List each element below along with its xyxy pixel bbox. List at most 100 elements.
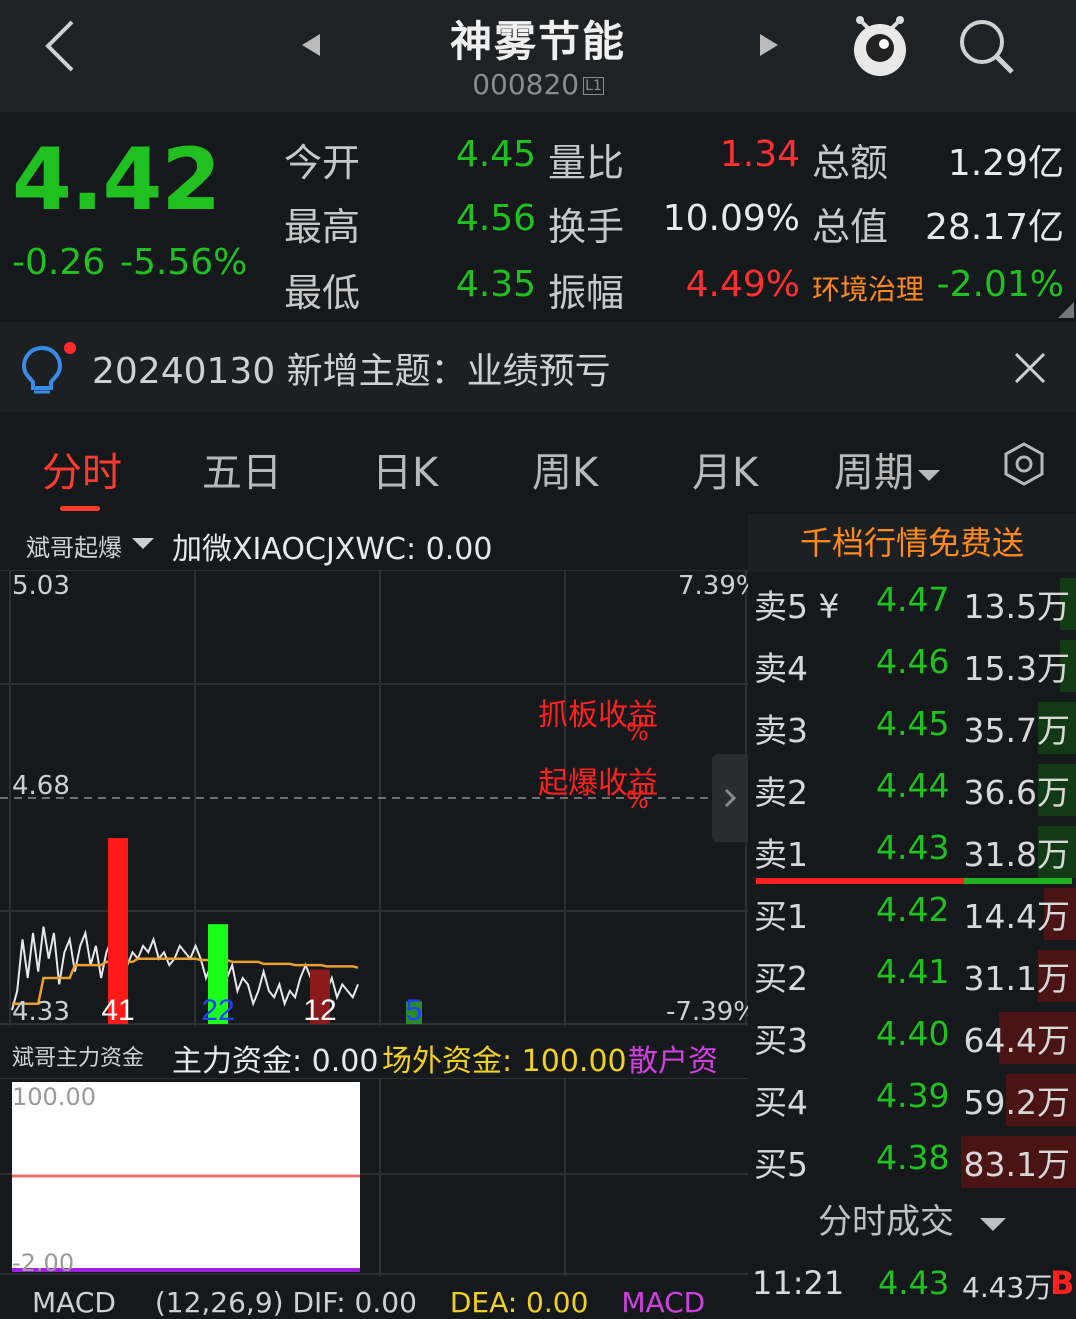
order-label: 买4 — [754, 1083, 808, 1122]
order-price: 4.39 — [876, 1076, 950, 1115]
order-vol: 14.4万 — [963, 897, 1070, 936]
bid-ratio-bar — [964, 878, 1072, 884]
trade-side: B — [1050, 1264, 1075, 1302]
retail-fund-value: 散户资 — [628, 1044, 718, 1079]
ask-row-5[interactable]: 卖5 ¥ 4.47 13.5万 — [752, 572, 1076, 634]
mascot-icon[interactable] — [850, 12, 910, 78]
tab-period[interactable]: 周期 — [834, 440, 940, 498]
trade-row: 11:21 4.43 4.43万 B — [748, 1262, 1076, 1304]
order-label: 买1 — [754, 897, 808, 936]
tab-weekly-k[interactable]: 周K — [532, 440, 598, 498]
bid-row-4[interactable]: 买4 4.39 59.2万 — [752, 1068, 1076, 1130]
next-stock-icon[interactable] — [758, 32, 780, 58]
order-vol: 36.6万 — [963, 773, 1070, 812]
expand-corner-icon[interactable] — [1058, 302, 1074, 318]
main-fund-value: 主力资金: 0.00 — [172, 1044, 379, 1079]
order-vol: 13.5万 — [963, 587, 1070, 626]
order-price: 4.41 — [876, 952, 950, 991]
change-percent: -5.56% — [120, 242, 248, 283]
price-axis-top: 5.03 — [12, 571, 70, 601]
macd-name: MACD — [32, 1286, 116, 1319]
order-label: 卖5 ¥ — [754, 587, 840, 626]
quote-value-1-1: 10.09% — [662, 198, 800, 239]
macd-value: MACD — [621, 1286, 706, 1319]
trade-volume: 4.43万 — [962, 1271, 1053, 1304]
signal-bar-label-1: 41 — [101, 994, 134, 1026]
quote-value-0-2: 1.29亿 — [947, 143, 1064, 184]
quote-value-2-0: 4.35 — [455, 264, 536, 305]
order-label: 买2 — [754, 959, 808, 998]
settings-hexagon-icon[interactable] — [1002, 442, 1046, 486]
tab-five-day[interactable]: 五日 — [202, 440, 282, 498]
trade-price: 4.43 — [878, 1264, 950, 1302]
search-icon[interactable] — [956, 16, 1018, 78]
order-book-promo[interactable]: 千档行情免费送 — [748, 514, 1076, 572]
trade-time: 11:21 — [752, 1264, 845, 1302]
order-vol: 15.3万 — [963, 649, 1070, 688]
pct-axis-bottom: -7.39% — [666, 997, 758, 1027]
order-price: 4.42 — [876, 890, 950, 929]
order-price: 4.46 — [876, 642, 950, 681]
order-price: 4.38 — [876, 1138, 950, 1177]
explosion-return-unit: % — [626, 786, 649, 814]
order-vol: 31.8万 — [963, 835, 1070, 874]
tab-intraday[interactable]: 分时 — [42, 440, 122, 498]
indicator-dropdown-icon[interactable] — [132, 536, 154, 550]
collapse-book-handle[interactable] — [712, 754, 748, 842]
level-badge: L1 — [583, 77, 604, 95]
order-label: 卖2 — [754, 773, 808, 812]
quote-value-1-0: 4.56 — [455, 198, 536, 239]
time-trades-toggle[interactable]: 分时成交 — [748, 1194, 1076, 1254]
signal-bar-label-2: 22 — [201, 994, 234, 1026]
signal-bar-label-3: 12 — [303, 994, 336, 1026]
macd-dif: (12,26,9) DIF: 0.00 — [154, 1286, 417, 1319]
order-label: 卖4 — [754, 649, 808, 688]
quote-label-1-0: 最高 — [284, 205, 361, 249]
stock-name: 神雾节能 — [449, 17, 626, 66]
quote-value-1-2: 28.17亿 — [924, 207, 1064, 248]
fund-chart[interactable] — [0, 1078, 748, 1276]
bid-row-2[interactable]: 买2 4.41 31.1万 — [752, 944, 1076, 1006]
fund-indicator-name[interactable]: 斌哥主力资金 — [12, 1040, 144, 1072]
outside-fund-value: 场外资金: 100.00 — [382, 1044, 627, 1079]
quote-value-2-1: 4.49% — [685, 264, 800, 305]
bid-row-1[interactable]: 买1 4.42 14.4万 — [752, 882, 1076, 944]
price-axis-bottom: 4.33 — [12, 997, 70, 1027]
ask-row-2[interactable]: 卖2 4.44 36.6万 — [752, 758, 1076, 820]
top-bar: 神雾节能 000820 L1 — [0, 0, 1076, 112]
ask-row-1[interactable]: 卖1 4.43 31.8万 — [752, 820, 1076, 882]
tab-daily-k[interactable]: 日K — [372, 440, 438, 498]
caret-down-icon — [980, 1217, 1006, 1231]
macd-dea: DEA: 0.00 — [449, 1286, 589, 1319]
caret-down-icon — [918, 470, 940, 481]
ask-ratio-bar — [756, 878, 964, 884]
price-axis-mid: 4.68 — [12, 771, 70, 801]
order-price: 4.40 — [876, 1014, 950, 1053]
order-vol: 64.4万 — [963, 1021, 1070, 1060]
tab-monthly-k[interactable]: 月K — [692, 440, 758, 498]
order-label: 买3 — [754, 1021, 808, 1060]
ask-row-4[interactable]: 卖4 4.46 15.3万 — [752, 634, 1076, 696]
macd-row[interactable]: MACD (12,26,9) DIF: 0.00 DEA: 0.00 MACD — [32, 1286, 705, 1319]
stock-code: 000820 L1 — [472, 68, 604, 101]
fund-axis-top: 100.00 — [12, 1083, 96, 1111]
order-price: 4.43 — [876, 828, 950, 867]
close-icon[interactable] — [1012, 350, 1048, 386]
order-label: 卖3 — [754, 711, 808, 750]
time-trades-label: 分时成交 — [818, 1202, 954, 1242]
bid-row-3[interactable]: 买3 4.40 64.4万 — [752, 1006, 1076, 1068]
order-vol: 83.1万 — [963, 1145, 1070, 1184]
order-price: 4.45 — [876, 704, 950, 743]
quote-value-0-0: 4.45 — [455, 134, 536, 175]
bid-row-5[interactable]: 买5 4.38 83.1万 — [752, 1130, 1076, 1192]
order-vol: 35.7万 — [963, 711, 1070, 750]
change-value: -0.26 — [12, 242, 106, 283]
order-vol: 31.1万 — [963, 959, 1070, 998]
indicator-name[interactable]: 斌哥起爆 — [26, 528, 122, 563]
ask-row-3[interactable]: 卖3 4.45 35.7万 — [752, 696, 1076, 758]
order-label: 买5 — [754, 1145, 808, 1184]
quote-label-2-0: 最低 — [284, 271, 361, 315]
order-price: 4.44 — [876, 766, 950, 805]
quote-value-0-1: 1.34 — [719, 134, 800, 175]
order-vol: 59.2万 — [963, 1083, 1070, 1122]
